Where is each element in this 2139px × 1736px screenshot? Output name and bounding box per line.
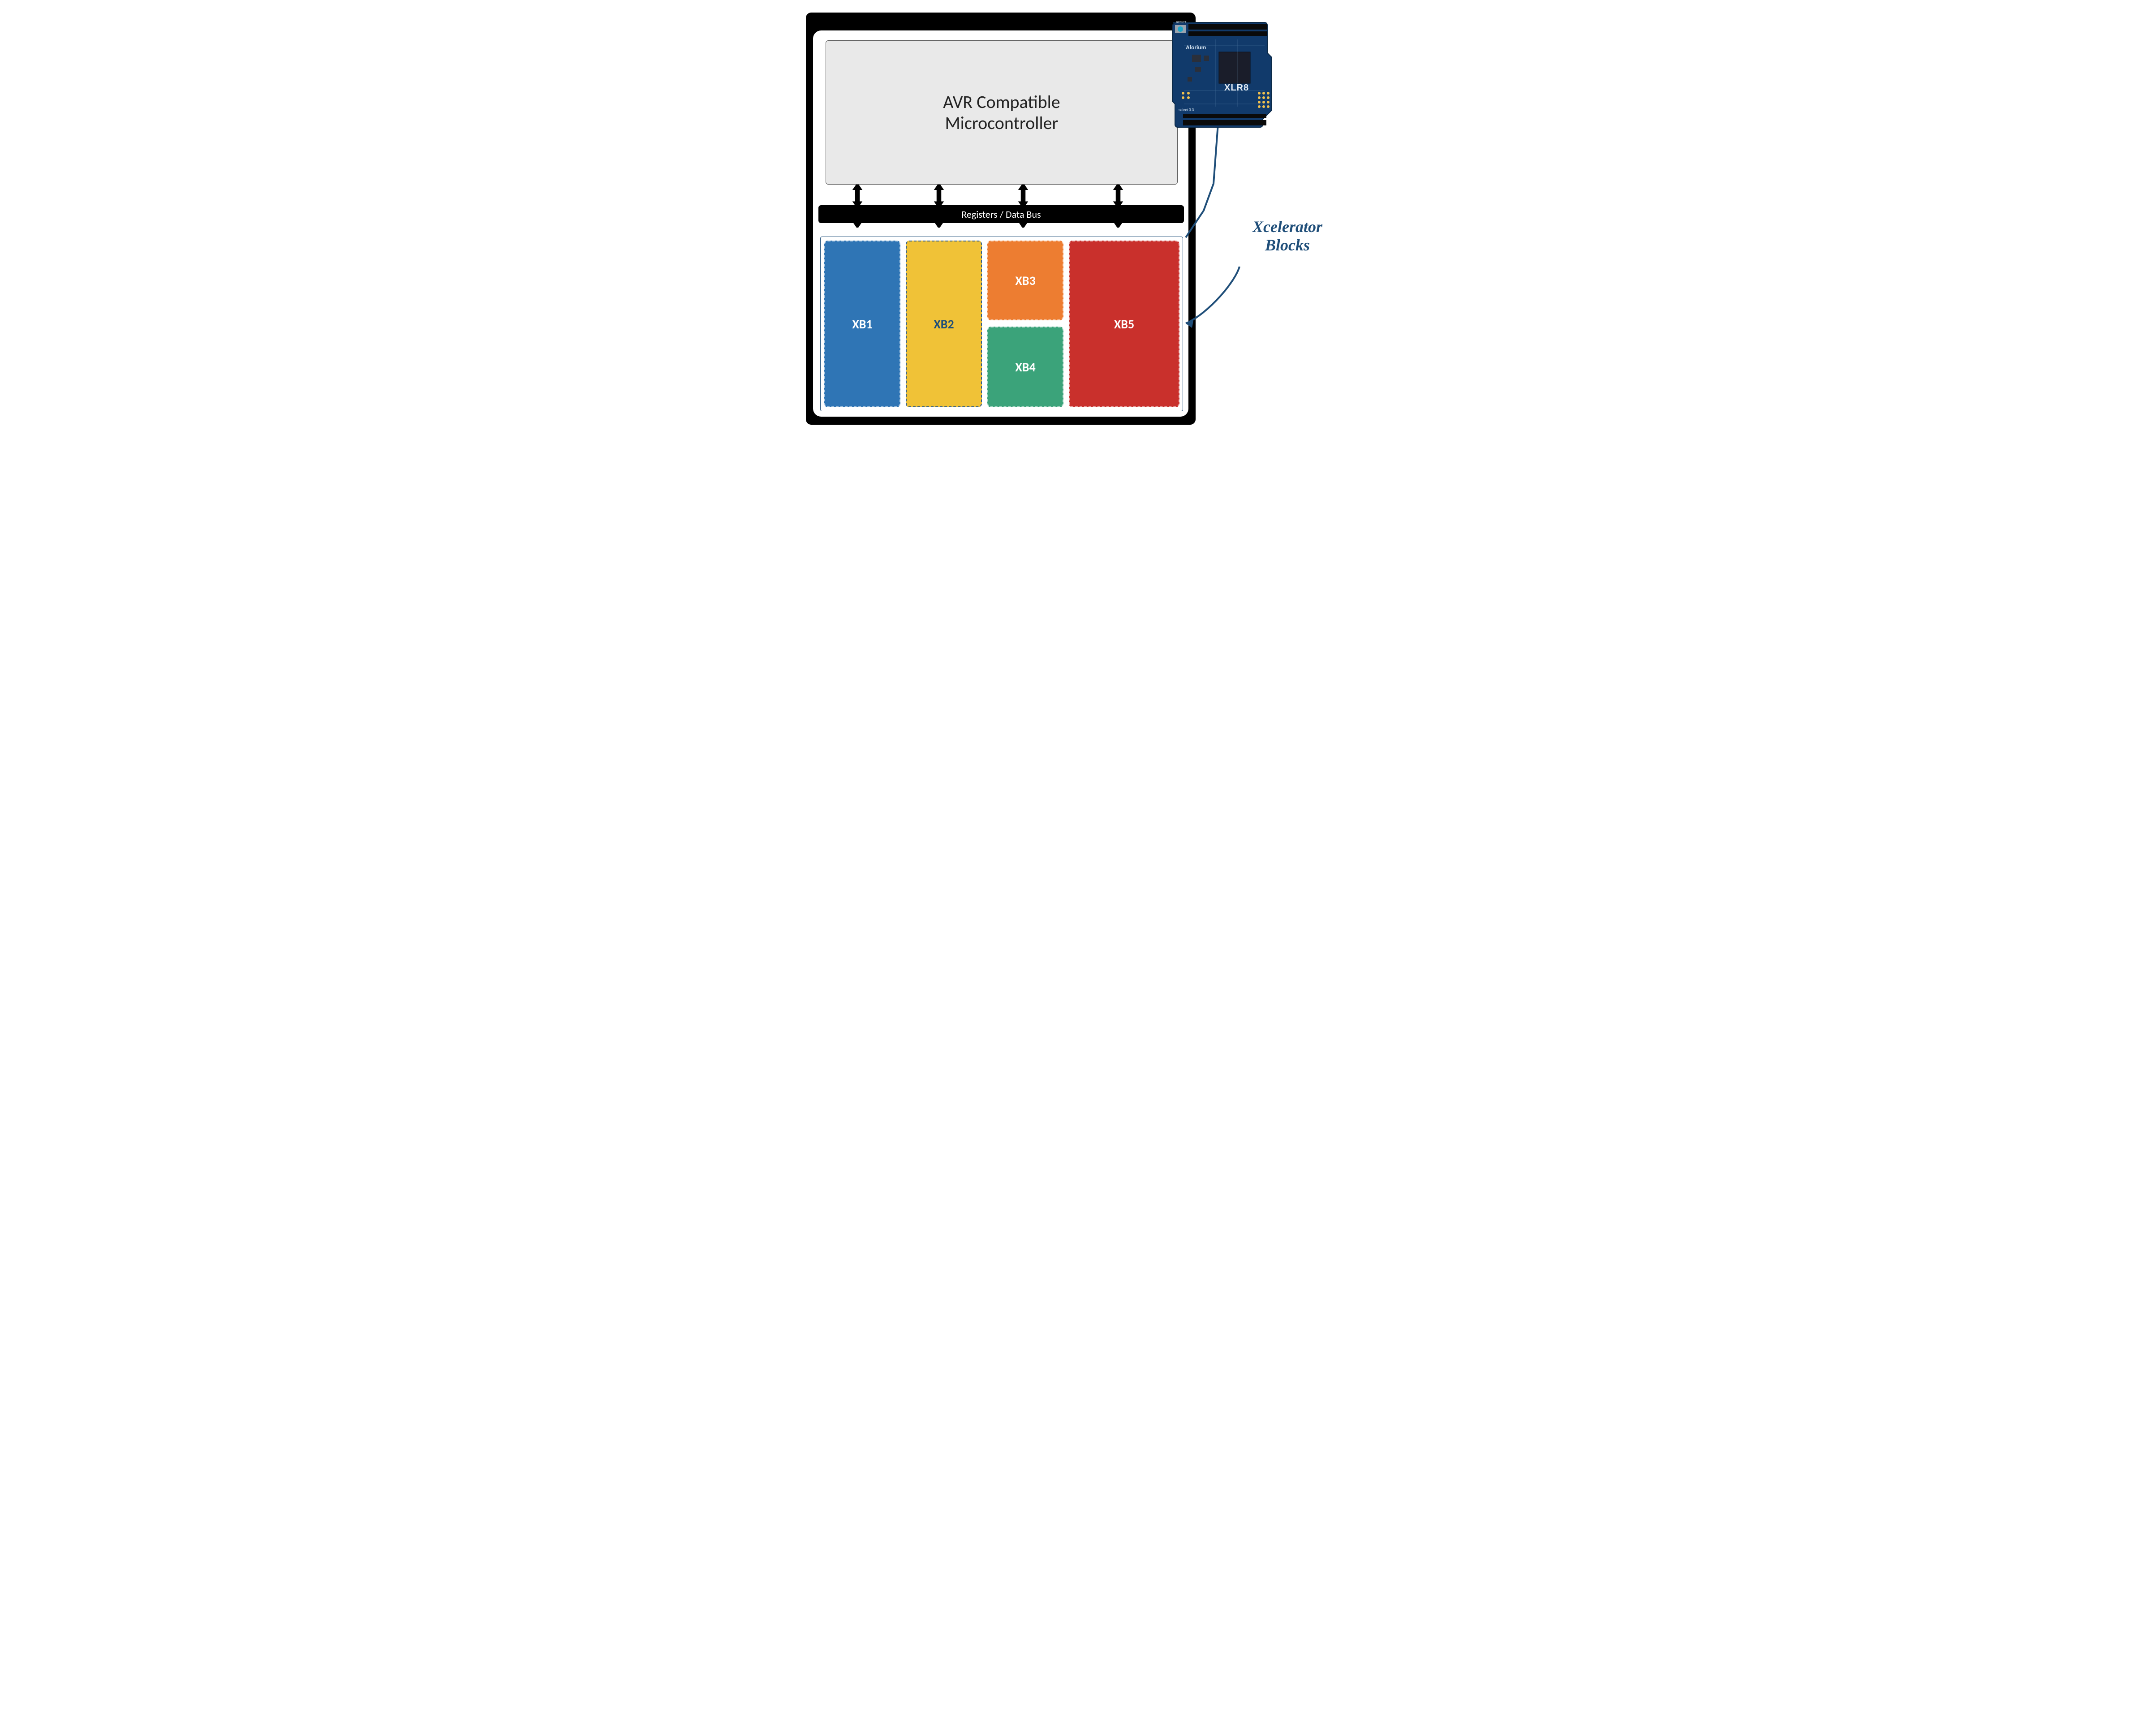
- xb2-label: XB2: [934, 316, 954, 332]
- mcu-block: AVR Compatible Microcontroller: [826, 40, 1178, 185]
- board-select-label: select 3.3: [1179, 108, 1194, 112]
- xb4-label: XB4: [1015, 359, 1035, 375]
- xb3-label: XB3: [1015, 273, 1035, 289]
- xb3-block: XB3: [987, 241, 1063, 320]
- board-reset-label: RESET: [1176, 21, 1187, 24]
- mcu-label-line2: Microcontroller: [945, 112, 1058, 134]
- xb5-label: XB5: [1114, 316, 1134, 332]
- board-brand-middle: XLR8: [1224, 83, 1249, 93]
- diagram-stage: AVR Compatible Microcontroller Registers…: [802, 0, 1337, 434]
- xcelerator-block-container: XB1 XB2 XB3 XB4 XB5: [820, 237, 1183, 411]
- bus-label: Registers / Data Bus: [961, 208, 1041, 220]
- xb4-block: XB4: [987, 327, 1063, 407]
- xb5-block: XB5: [1069, 241, 1179, 407]
- xb2-block: XB2: [906, 241, 982, 407]
- callout-label: Xcelerator Blocks: [1240, 218, 1334, 255]
- xlr8-board-photo: RESET: [1171, 14, 1274, 129]
- board-brand-top: Alorium: [1186, 44, 1206, 51]
- mcu-label-line1: AVR Compatible: [943, 91, 1060, 113]
- xb1-block: XB1: [824, 241, 900, 407]
- mcu-label: AVR Compatible Microcontroller: [943, 91, 1060, 134]
- bus-bar: Registers / Data Bus: [818, 205, 1184, 223]
- xb1-label: XB1: [852, 316, 872, 332]
